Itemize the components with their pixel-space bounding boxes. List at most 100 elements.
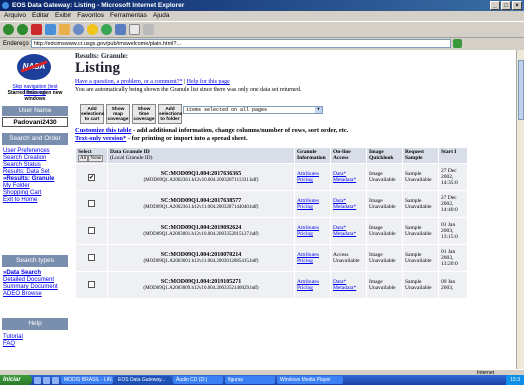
metadata-link[interactable]: Metadata* [333, 285, 356, 291]
history-icon[interactable] [115, 24, 126, 35]
select-cell [76, 218, 107, 244]
nav-summary-document[interactable]: Summary Document [3, 284, 58, 290]
chevron-down-icon[interactable]: ▼ [315, 107, 322, 113]
pricing-link[interactable]: Pricing [297, 204, 313, 210]
metadata-link: Unavailable [333, 258, 360, 264]
nav-data-search[interactable]: »Data Search [3, 270, 41, 276]
quicklook-status: Unavailable [369, 231, 396, 237]
task-windows-media-player[interactable]: Windows Media Player [277, 376, 343, 384]
nav-adeo-browse[interactable]: ADEO Browse [3, 291, 42, 297]
add-to-cart-button[interactable]: Add selections to cart [80, 104, 104, 124]
browser-toolbar [0, 21, 524, 37]
menu-file[interactable]: Arquivo [4, 11, 26, 21]
taskbar: Iniciar MODIS BRASIL - LIN... EOS Data G… [0, 375, 524, 385]
nav-results-data-set[interactable]: Results: Data Set [3, 169, 50, 175]
request-sample-cell: Sample Unavailable [403, 272, 438, 298]
nav-my-folder[interactable]: My Folder [3, 183, 30, 189]
text-only-link[interactable]: Text-only version* [75, 135, 126, 142]
request-sample-cell: Sample Unavailable [403, 191, 438, 217]
maximize-button[interactable]: □ [501, 1, 511, 10]
select-cell [76, 191, 107, 217]
pricing-link[interactable]: Pricing [297, 285, 313, 291]
request-sample-cell: Sample Unavailable [403, 218, 438, 244]
customize-description: - add additional information, change col… [131, 127, 349, 134]
text-only-description: - for printing or import into a spread s… [126, 135, 248, 142]
menu-help[interactable]: Ajuda [153, 11, 170, 21]
pricing-link[interactable]: Pricing [297, 231, 313, 237]
row-checkbox[interactable] [88, 253, 95, 261]
quicklook-cell: Image Unavailable [367, 272, 402, 298]
vertical-scrollbar[interactable] [516, 50, 524, 369]
request-sample-cell: Sample Unavailable [403, 245, 438, 271]
row-checkbox[interactable]: ✔ [88, 173, 95, 181]
print-icon[interactable] [143, 24, 154, 35]
home-icon[interactable] [59, 24, 70, 35]
task-eos-data-gateway[interactable]: EOS Data Gateway... [115, 376, 171, 384]
granule-local-id: (MOD09Q1.A2003009.h12v10.004.20033521400… [143, 286, 259, 291]
search-icon[interactable] [73, 24, 84, 35]
metadata-link[interactable]: Metadata* [333, 231, 356, 237]
media-icon[interactable] [101, 24, 112, 35]
row-checkbox[interactable] [88, 280, 95, 288]
refresh-icon[interactable] [45, 24, 56, 35]
pricing-link[interactable]: Pricing [297, 177, 313, 183]
nav-results-granule[interactable]: »Results: Granule [3, 176, 54, 182]
go-icon[interactable] [452, 39, 462, 48]
table-row: SC:MOD09Q1.004:2019092624 (MOD09Q1.A20030… [76, 218, 467, 244]
nav-tutorial[interactable]: Tutorial [3, 334, 23, 340]
nav-search-status[interactable]: Search Status [3, 162, 41, 168]
menu-tools[interactable]: Ferramentas [110, 11, 147, 21]
row-checkbox[interactable] [88, 199, 95, 207]
select-none-button[interactable]: None [88, 155, 104, 162]
quick-launch-icon[interactable] [43, 376, 50, 384]
nav-shopping-cart[interactable]: Shopping Cart [3, 190, 41, 196]
customize-table-link[interactable]: Customize this table [75, 127, 131, 134]
select-cell: ✔ [76, 164, 107, 190]
nav-exit-to-home[interactable]: Exit to Home [3, 197, 37, 203]
show-map-coverage-button[interactable]: Show map coverage [106, 104, 130, 124]
selection-scope-select[interactable]: items selected on all pages ▼ [183, 106, 323, 114]
granule-sc-id: SC:MOD09Q1.004:2017636365 [160, 171, 242, 177]
nav-user-preferences[interactable]: User Preferences [3, 148, 50, 154]
menu-view[interactable]: Exibir [55, 11, 71, 21]
main-content: Results: Granule: Listing Have a questio… [75, 50, 516, 369]
task-modis-brasil[interactable]: MODIS BRASIL - LIN... [61, 376, 113, 384]
nav-search-creation[interactable]: Search Creation [3, 155, 46, 161]
granule-id-cell: SC:MOD09Q1.004:2010070214 (MOD09Q1.A20030… [108, 245, 294, 271]
metadata-link[interactable]: Metadata* [333, 204, 356, 210]
start-button[interactable]: Iniciar [0, 375, 32, 385]
menu-favorites[interactable]: Favoritos [77, 11, 104, 21]
question-link[interactable]: Have a question, a problem, or a comment… [75, 79, 182, 85]
quick-launch-icon[interactable] [52, 376, 59, 384]
select-all-button[interactable]: All [78, 155, 89, 162]
close-button[interactable]: × [512, 1, 522, 10]
scrollbar-thumb[interactable] [518, 60, 524, 120]
granule-info-header: Granule Information [295, 148, 330, 163]
address-input[interactable]: http://edcimswww.cr.usgs.gov/pub/imswelc… [30, 39, 451, 48]
mail-icon[interactable] [129, 24, 140, 35]
minimize-button[interactable]: _ [490, 1, 500, 10]
granule-local-id: (MOD09Q1.A2002361.h12v10.004.20032871113… [143, 178, 259, 183]
forward-icon[interactable] [17, 24, 28, 35]
granule-table: Select All None Data Granule ID (Local Gr… [75, 147, 468, 299]
nav-detailed-document[interactable]: Detailed Document [3, 277, 54, 283]
granule-local-id: (MOD09Q1.A2003001.h12v11.004.20030120854… [143, 259, 259, 264]
online-access-header: On-line Access [331, 148, 366, 163]
nav-faq[interactable]: FAQ [3, 341, 15, 347]
back-icon[interactable] [3, 24, 14, 35]
help-page-link[interactable]: Help for this page [187, 79, 230, 85]
task-figuras[interactable]: figuras [225, 376, 275, 384]
pricing-link[interactable]: Pricing [297, 258, 313, 264]
show-time-coverage-button[interactable]: Show time coverage [132, 104, 156, 124]
metadata-link[interactable]: Metadata* [333, 177, 356, 183]
favorites-icon[interactable] [87, 24, 98, 35]
sample-status: Unavailable [405, 285, 432, 291]
row-checkbox[interactable] [88, 226, 95, 234]
start-header: Start I [439, 148, 467, 163]
task-audio-cd[interactable]: Áudio CD (D:) [173, 376, 223, 384]
stop-icon[interactable] [31, 24, 42, 35]
menu-edit[interactable]: Editar [32, 11, 49, 21]
add-to-folder-button[interactable]: Add selections to folder [158, 104, 182, 124]
nasa-logo: NASA [17, 54, 51, 80]
quick-launch-icon[interactable] [34, 376, 41, 384]
